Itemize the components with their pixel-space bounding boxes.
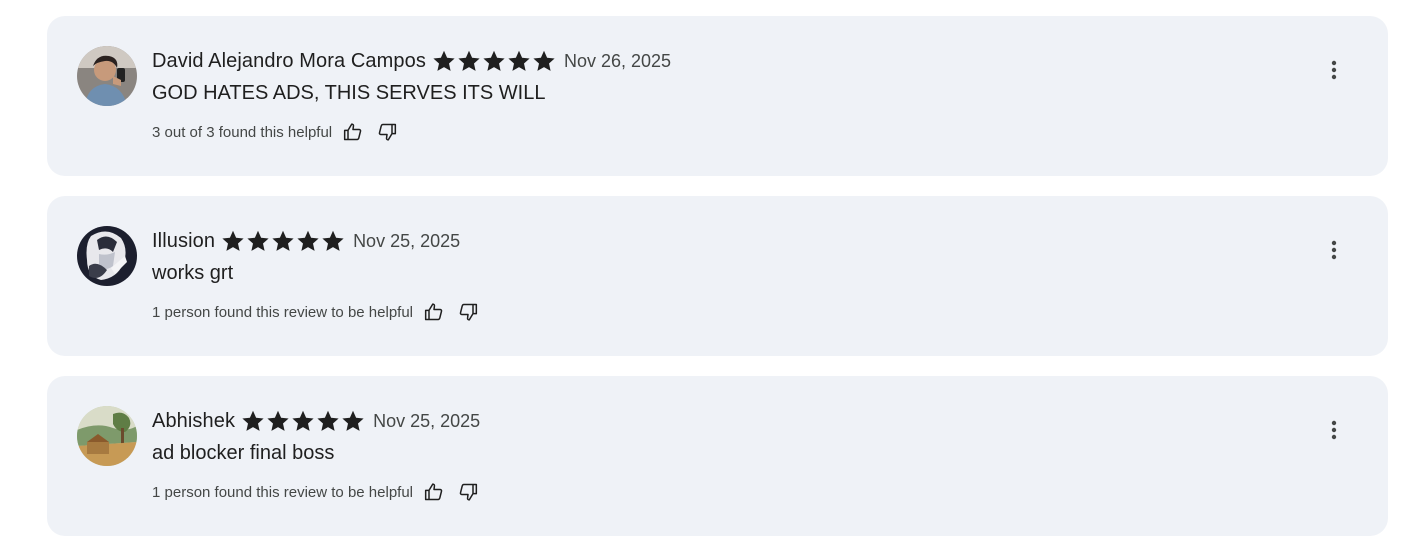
review-header: Abhishek Nov 25, 2025 bbox=[152, 406, 480, 436]
star-icon bbox=[341, 409, 366, 433]
thumbs-up-icon bbox=[344, 123, 362, 141]
review-card: Illusion Nov 25, 2025 works grt 1 person… bbox=[47, 196, 1388, 356]
review-text: GOD HATES ADS, THIS SERVES ITS WILL bbox=[152, 82, 546, 104]
review-date: Nov 25, 2025 bbox=[373, 410, 481, 431]
star-icon bbox=[532, 49, 557, 73]
more-options-button[interactable] bbox=[1318, 234, 1350, 266]
review-date: Nov 25, 2025 bbox=[353, 230, 461, 251]
star-icon bbox=[291, 409, 316, 433]
reviewer-name: Abhishek bbox=[152, 409, 236, 432]
review-header: David Alejandro Mora Campos Nov 26, 2025 bbox=[152, 46, 671, 76]
reviewer-name: Illusion bbox=[152, 229, 216, 252]
more-vert-icon bbox=[1331, 240, 1337, 260]
star-icon bbox=[241, 409, 266, 433]
star-icon bbox=[432, 49, 457, 73]
thumbs-up-icon bbox=[424, 303, 443, 321]
reviewer-name: David Alejandro Mora Campos bbox=[152, 49, 426, 72]
more-vert-icon bbox=[1331, 60, 1337, 80]
helpful-row: 3 out of 3 found this helpful bbox=[152, 120, 409, 144]
thumbs-down-button[interactable] bbox=[375, 120, 399, 144]
review-text: works grt bbox=[152, 262, 234, 284]
review-header: Illusion Nov 25, 2025 bbox=[152, 226, 460, 256]
star-icon bbox=[507, 49, 532, 73]
thumbs-down-button[interactable] bbox=[456, 300, 480, 324]
review-date: Nov 26, 2025 bbox=[563, 50, 672, 71]
review-text: ad blocker final boss bbox=[152, 442, 335, 464]
star-icon bbox=[246, 229, 271, 253]
thumbs-up-button[interactable] bbox=[422, 480, 446, 504]
avatar bbox=[77, 406, 137, 466]
star-icon bbox=[221, 229, 246, 253]
helpful-count: 1 person found this review to be helpful bbox=[152, 303, 413, 321]
thumbs-down-icon bbox=[459, 303, 478, 321]
helpful-row: 1 person found this review to be helpful bbox=[152, 480, 490, 504]
thumbs-up-button[interactable] bbox=[422, 300, 446, 324]
star-icon bbox=[316, 409, 341, 433]
avatar bbox=[77, 46, 137, 106]
avatar bbox=[77, 226, 137, 286]
helpful-row: 1 person found this review to be helpful bbox=[152, 300, 490, 324]
star-rating bbox=[241, 409, 366, 433]
review-card: David Alejandro Mora Campos Nov 26, 2025… bbox=[47, 16, 1388, 176]
star-icon bbox=[266, 409, 291, 433]
more-vert-icon bbox=[1331, 420, 1337, 440]
more-options-button[interactable] bbox=[1318, 54, 1350, 86]
star-rating bbox=[432, 49, 557, 73]
star-icon bbox=[321, 229, 346, 253]
star-rating bbox=[221, 229, 346, 253]
star-icon bbox=[296, 229, 321, 253]
review-card: Abhishek Nov 25, 2025 ad blocker final b… bbox=[47, 376, 1388, 536]
star-icon bbox=[457, 49, 482, 73]
thumbs-down-icon bbox=[459, 483, 478, 501]
thumbs-up-icon bbox=[424, 483, 443, 501]
helpful-count: 1 person found this review to be helpful bbox=[152, 483, 413, 501]
thumbs-down-button[interactable] bbox=[456, 480, 480, 504]
more-options-button[interactable] bbox=[1318, 414, 1350, 446]
helpful-count: 3 out of 3 found this helpful bbox=[152, 123, 333, 141]
reviews-list: David Alejandro Mora Campos Nov 26, 2025… bbox=[0, 0, 1427, 552]
thumbs-up-button[interactable] bbox=[341, 120, 365, 144]
thumbs-down-icon bbox=[378, 123, 397, 141]
star-icon bbox=[271, 229, 296, 253]
star-icon bbox=[482, 49, 507, 73]
